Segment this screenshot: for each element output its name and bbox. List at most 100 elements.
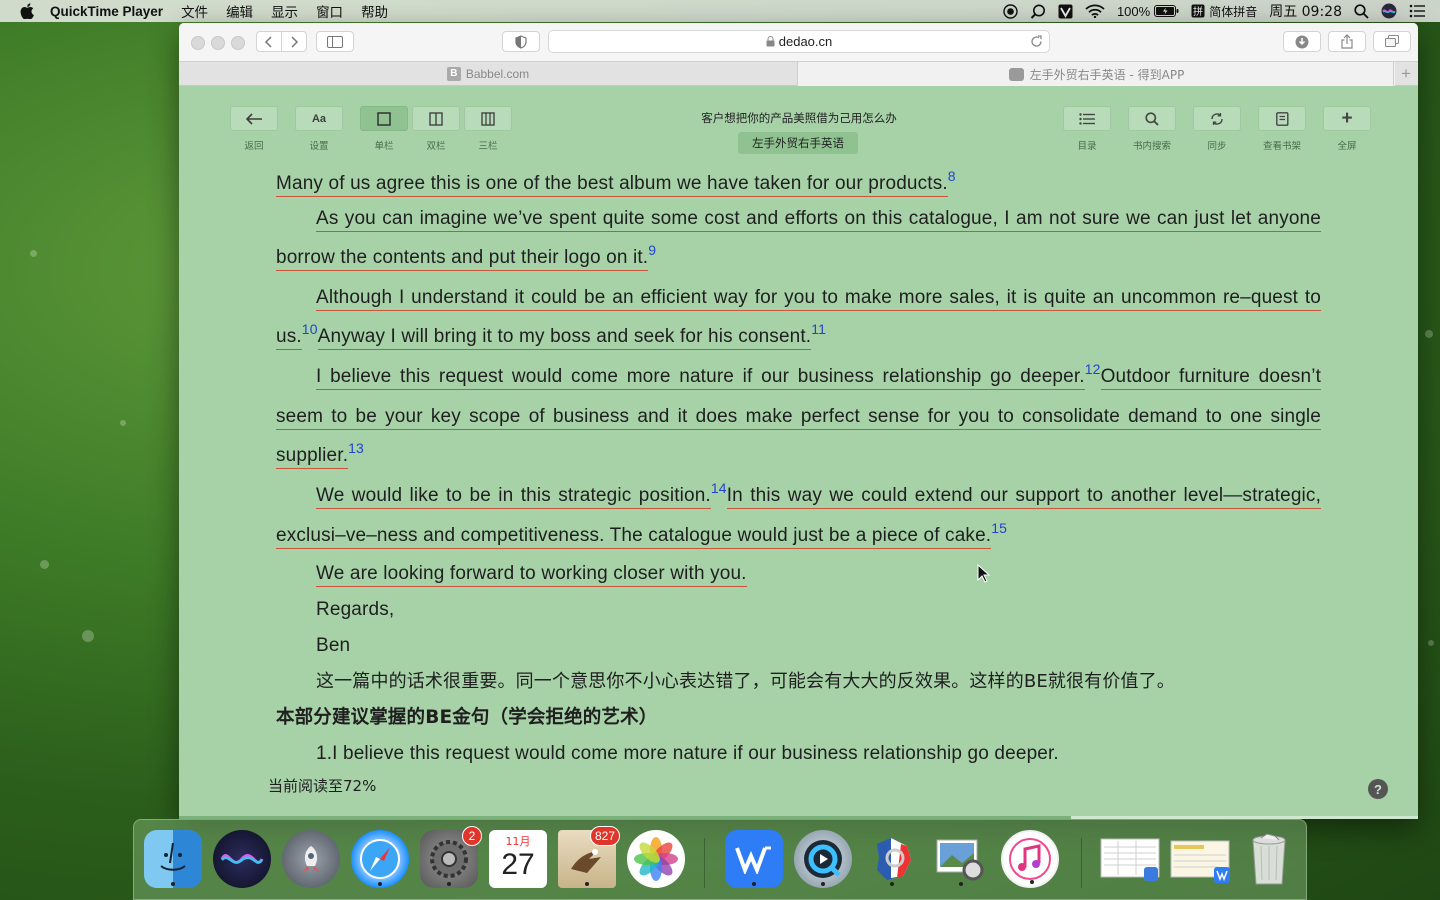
siri-icon[interactable]	[213, 830, 271, 888]
share-button[interactable]	[1328, 31, 1366, 52]
sidebar-toggle-button[interactable]	[316, 31, 354, 52]
downloads-button[interactable]	[1283, 31, 1321, 52]
chevron-left-icon	[264, 35, 272, 48]
fullscreen-icon: +	[1341, 108, 1353, 129]
vpn-icon[interactable]	[1058, 4, 1073, 19]
highlighted-sentence[interactable]: We are looking forward to working closer…	[316, 563, 747, 587]
reload-icon[interactable]	[1030, 35, 1043, 48]
note-marker[interactable]: 10	[302, 321, 318, 337]
app-menu[interactable]: QuickTime Player	[50, 4, 163, 19]
double-column-icon	[429, 111, 443, 126]
preview-icon[interactable]	[932, 830, 990, 888]
trash-icon[interactable]	[1240, 830, 1298, 888]
double-column-label: 双栏	[426, 141, 446, 152]
back-label: 返回	[244, 141, 264, 152]
paragraph-2: As you can imagine we’ve spent quite som…	[276, 199, 1321, 278]
clock[interactable]: 周五 09:28	[1269, 1, 1342, 21]
highlighted-sentence[interactable]: As you can imagine we’ve spent quite som…	[276, 208, 1321, 271]
chapter-title: 客户想把你的产品美照借为己用怎么办	[701, 111, 897, 125]
finder-icon[interactable]	[144, 830, 202, 888]
note-marker[interactable]: 14	[711, 480, 727, 496]
book-title-button[interactable]: 左手外贸右手英语	[738, 132, 858, 154]
wps-icon[interactable]	[725, 830, 783, 888]
mouse-cursor-icon	[977, 564, 991, 583]
note-marker[interactable]: 15	[991, 520, 1007, 536]
battery-icon[interactable]	[1154, 5, 1179, 17]
tab-bar: B Babbel.com 左手外贸右手英语 - 得到APP +	[179, 61, 1418, 86]
tab-babbel[interactable]: B Babbel.com	[179, 62, 797, 86]
menu-file[interactable]: 文件	[181, 1, 208, 21]
bookshelf-button[interactable]	[1258, 106, 1306, 131]
note-marker[interactable]: 11	[811, 321, 826, 337]
photos-icon[interactable]	[627, 830, 685, 888]
menu-edit[interactable]: 编辑	[226, 1, 253, 21]
single-column-button[interactable]	[360, 106, 408, 131]
share-icon	[1341, 34, 1353, 49]
battery-percent[interactable]: 100%	[1117, 4, 1150, 19]
note-marker[interactable]: 13	[348, 440, 364, 456]
question-icon: ?	[1374, 781, 1382, 797]
address-bar[interactable]: dedao.cn	[548, 30, 1050, 53]
book-search-button[interactable]	[1128, 106, 1176, 131]
dock-separator	[1081, 838, 1082, 888]
screen-record-icon[interactable]	[1003, 3, 1018, 19]
notification-center-icon[interactable]	[1409, 4, 1426, 18]
menu-window[interactable]: 窗口	[316, 1, 343, 21]
highlighted-sentence[interactable]: Many of us agree this is one of the best…	[276, 173, 948, 197]
tab-dedao[interactable]: 左手外贸右手英语 - 得到APP	[797, 62, 1395, 86]
sync-icon	[1211, 112, 1223, 125]
back-reader-button[interactable]	[230, 106, 278, 131]
document-stack-wps-icon[interactable]	[1168, 830, 1232, 888]
contents-icon	[1079, 112, 1095, 125]
settings-button[interactable]: Aa	[295, 106, 343, 131]
note-marker[interactable]: 8	[948, 168, 956, 184]
triple-column-button[interactable]	[464, 106, 512, 131]
privacy-shield-button[interactable]	[502, 31, 540, 52]
launchpad-icon[interactable]	[282, 830, 340, 888]
paragraph-1: Many of us agree this is one of the best…	[276, 168, 1321, 199]
highlighted-sentence[interactable]: I believe this request would come more n…	[316, 366, 1085, 390]
show-tabs-button[interactable]	[1373, 31, 1411, 52]
france-map-app-icon[interactable]	[863, 830, 921, 888]
fullscreen-button[interactable]: +	[1323, 106, 1371, 131]
new-tab-button[interactable]: +	[1393, 62, 1418, 86]
note-marker[interactable]: 12	[1085, 361, 1101, 377]
help-button[interactable]: ?	[1368, 779, 1388, 799]
menu-bar: QuickTime Player 文件 编辑 显示 窗口 帮助 100% 拼 简…	[0, 0, 1440, 22]
dock: 2 11月 27 827	[133, 819, 1307, 900]
lock-icon	[766, 36, 775, 47]
quicktime-icon[interactable]	[794, 830, 852, 888]
search-helper-icon[interactable]	[1030, 4, 1046, 19]
double-column-button[interactable]	[412, 106, 460, 131]
note-marker[interactable]: 9	[648, 242, 656, 258]
mail-icon[interactable]: 827	[558, 826, 620, 888]
zoom-window-button[interactable]	[231, 36, 245, 50]
siri-menubar-icon[interactable]	[1381, 3, 1397, 19]
menu-help[interactable]: 帮助	[361, 1, 388, 21]
bookshelf-label: 查看书架	[1262, 141, 1301, 152]
close-window-button[interactable]	[191, 36, 205, 50]
triple-column-label: 三栏	[478, 141, 498, 152]
itunes-icon[interactable]	[1001, 830, 1059, 888]
fullscreen-label: 全屏	[1337, 141, 1357, 152]
wifi-icon[interactable]	[1085, 4, 1105, 18]
calendar-icon[interactable]: 11月 27	[489, 830, 547, 888]
input-method-label[interactable]: 简体拼音	[1209, 3, 1257, 20]
safari-icon[interactable]	[351, 830, 409, 888]
apple-menu-icon[interactable]	[20, 3, 34, 19]
highlighted-sentence[interactable]: We would like to be in this strategic po…	[316, 485, 711, 509]
back-button[interactable]	[256, 31, 282, 52]
paragraph-6: We are looking forward to working closer…	[276, 556, 1321, 592]
menu-view[interactable]: 显示	[271, 1, 298, 21]
system-preferences-icon[interactable]: 2	[420, 826, 482, 888]
forward-button[interactable]	[281, 31, 307, 52]
contents-button[interactable]	[1063, 106, 1111, 131]
sync-button[interactable]	[1193, 106, 1241, 131]
highlighted-sentence[interactable]: Anyway I will bring it to my boss and se…	[317, 326, 812, 350]
input-method-icon[interactable]: 拼	[1191, 4, 1205, 18]
spotlight-icon[interactable]	[1354, 3, 1369, 19]
minimize-window-button[interactable]	[211, 36, 225, 50]
dedao-favicon-icon	[1008, 67, 1024, 81]
document-stack-icon[interactable]	[1098, 830, 1162, 888]
calendar-month: 11月	[505, 835, 531, 848]
